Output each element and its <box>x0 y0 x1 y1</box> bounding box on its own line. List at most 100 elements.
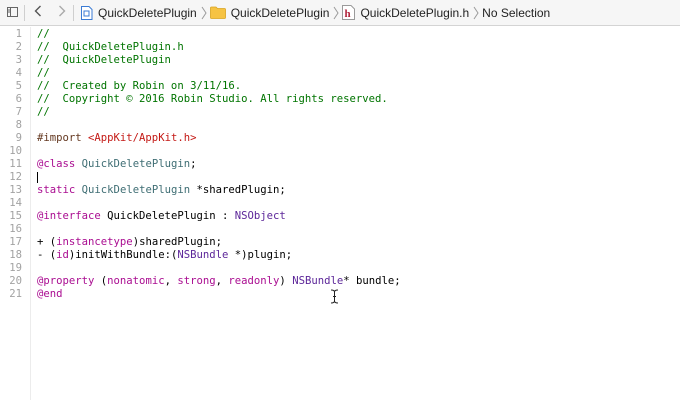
code-token: // QuickDeletePlugin <box>37 54 171 66</box>
code-text: @class QuickDeletePlugin; <box>37 158 197 171</box>
code-line: 19 <box>0 262 680 275</box>
line-number: 18 <box>9 249 22 261</box>
code-line: 8 <box>0 119 680 132</box>
code-line: 10 <box>0 145 680 158</box>
code-token: * bundle; <box>343 275 401 287</box>
source-editor[interactable]: 1 // 2 // QuickDeletePlugin.h 3 // QuickDelet… <box>0 27 680 400</box>
code-text: // QuickDeletePlugin.h <box>37 41 184 54</box>
breadcrumb-project[interactable]: QuickDeletePlugin <box>80 0 197 26</box>
code-token: ) <box>279 275 293 287</box>
line-number: 8 <box>15 119 22 131</box>
code-line: 2 // QuickDeletePlugin.h <box>0 41 680 54</box>
code-token: QuickDeletePlugin : <box>100 210 235 222</box>
line-number: 2 <box>15 41 22 53</box>
line-number: 16 <box>9 223 22 235</box>
code-token: QuickDeletePlugin <box>81 158 191 170</box>
forward-chevron-icon <box>58 5 66 20</box>
back-button[interactable] <box>25 0 51 26</box>
breadcrumb-chevron-icon <box>473 6 479 20</box>
folder-icon <box>209 6 226 19</box>
code-line: 14 <box>0 197 680 210</box>
breadcrumb-file-label: QuickDeletePlugin.h <box>360 5 470 20</box>
code-token: + ( <box>37 236 57 248</box>
code-token: , <box>215 275 229 287</box>
code-token: , <box>164 275 178 287</box>
code-token: static <box>37 184 76 196</box>
line-number: 20 <box>9 275 22 287</box>
code-token: @property <box>37 275 95 287</box>
code-token: )initWithBundle:( <box>68 249 178 261</box>
code-token: - ( <box>37 249 57 261</box>
breadcrumb-chevron-icon <box>333 6 340 20</box>
code-token: <AppKit/AppKit.h> <box>88 132 197 144</box>
code-line: 4 // <box>0 67 680 80</box>
line-number: 7 <box>15 106 22 118</box>
code-token: NSBundle <box>177 249 229 261</box>
breadcrumb-chevron-icon <box>201 6 207 20</box>
line-number: 13 <box>9 184 22 196</box>
line-number: 14 <box>9 197 22 209</box>
code-token: ( <box>94 275 108 287</box>
jump-bar: QuickDeletePlugin QuickDeletePlugin h Qu… <box>0 0 680 26</box>
line-number: 15 <box>9 210 22 222</box>
code-line: 6 // Copyright © 2016 Robin Studio. All r… <box>0 93 680 106</box>
breadcrumb-symbol[interactable]: No Selection <box>482 0 550 26</box>
code-token: NSObject <box>234 210 286 222</box>
breadcrumb-project-label: QuickDeletePlugin <box>98 5 197 20</box>
code-text: @end <box>37 288 63 301</box>
line-number: 4 <box>15 67 22 79</box>
toolbar-divider <box>73 4 74 21</box>
code-token: QuickDeletePlugin <box>81 184 191 196</box>
line-number: 6 <box>15 93 22 105</box>
code-line: 21 @end <box>0 288 680 301</box>
line-number: 19 <box>9 262 22 274</box>
code-line: 1 // <box>0 28 680 41</box>
breadcrumb-group-label: QuickDeletePlugin <box>230 5 330 20</box>
header-file-glyph: h <box>345 8 351 20</box>
code-token: *)plugin; <box>228 249 293 261</box>
code-line: 5 // Created by Robin on 3/11/16. <box>0 80 680 93</box>
code-token: @end <box>37 288 63 300</box>
line-number: 21 <box>9 288 22 300</box>
code-text: // QuickDeletePlugin <box>37 54 171 67</box>
code-token: // <box>37 67 50 79</box>
breadcrumb-group[interactable]: QuickDeletePlugin <box>209 0 330 26</box>
code-text: // <box>37 67 50 80</box>
code-token: // <box>37 28 50 40</box>
code-text: static QuickDeletePlugin *sharedPlugin; <box>37 184 286 197</box>
breadcrumb-file[interactable]: h QuickDeletePlugin.h <box>342 0 469 26</box>
code-line: 12 <box>0 171 680 184</box>
code-token: nonatomic <box>107 275 165 287</box>
code-token: instancetype <box>56 236 133 248</box>
code-line: 16 <box>0 223 680 236</box>
code-line: 15 @interface QuickDeletePlugin : NSObjec… <box>0 210 680 223</box>
code-token: #import <box>37 132 89 144</box>
code-token: // <box>37 106 50 118</box>
code-line: 13 static QuickDeletePlugin *sharedPlugin… <box>0 184 680 197</box>
code-token: // QuickDeletePlugin.h <box>37 41 184 53</box>
code-text: #import <AppKit/AppKit.h> <box>37 132 196 145</box>
related-items-icon <box>6 6 18 20</box>
xcode-project-icon <box>80 5 93 20</box>
code-token: id <box>56 249 69 261</box>
code-text: @interface QuickDeletePlugin : NSObject <box>37 210 286 223</box>
line-number: 1 <box>15 28 22 40</box>
line-number: 17 <box>9 236 22 248</box>
line-number: 3 <box>15 54 22 66</box>
code-line: 7 // <box>0 106 680 119</box>
code-text: // Created by Robin on 3/11/16. <box>37 80 241 93</box>
code-line: 18 - (id)initWithBundle:(NSBundle *)plugi… <box>0 249 680 262</box>
related-items-button[interactable] <box>0 0 24 26</box>
code-token: readonly <box>228 275 280 287</box>
header-file-icon: h <box>342 5 356 20</box>
code-line: 17 + (instancetype)sharedPlugin; <box>0 236 680 249</box>
forward-button[interactable] <box>51 0 73 26</box>
code-token: // Created by Robin on 3/11/16. <box>37 80 242 92</box>
line-number: 11 <box>9 158 22 170</box>
line-number: 10 <box>9 145 22 157</box>
code-line: 3 // QuickDeletePlugin <box>0 54 680 67</box>
code-text: // <box>37 28 50 41</box>
code-token: *sharedPlugin; <box>190 184 286 196</box>
code-token: NSBundle <box>292 275 344 287</box>
code-text: @property (nonatomic, strong, readonly) … <box>37 275 401 288</box>
